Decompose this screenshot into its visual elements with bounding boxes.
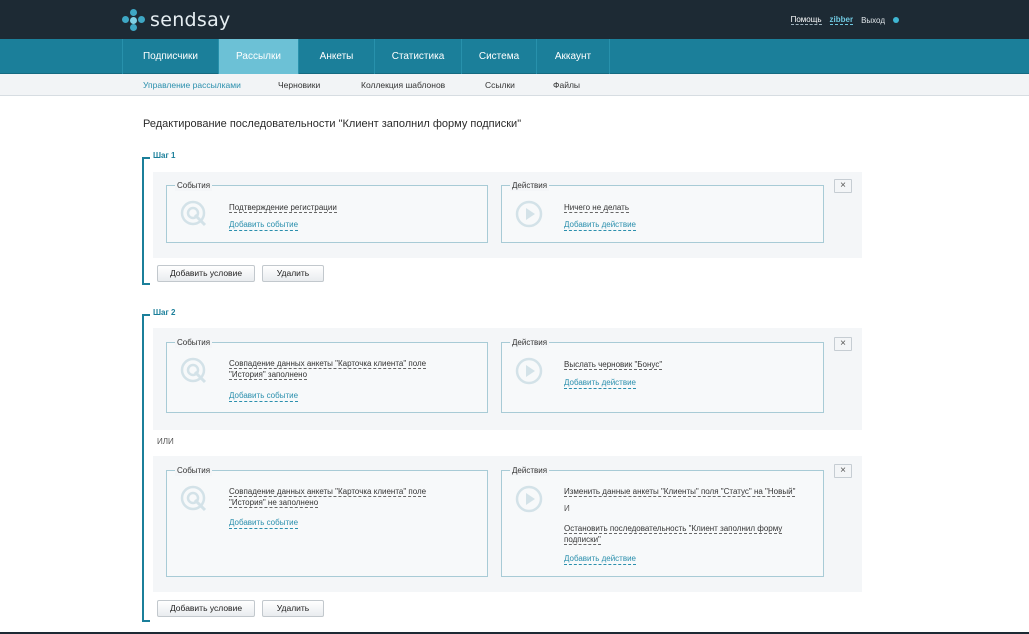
action-text[interactable]: Выслать черновик "Бонус" — [564, 359, 663, 370]
subnav-files[interactable]: Файлы — [553, 80, 580, 90]
subnav-manage-mailings[interactable]: Управление рассылками — [143, 80, 241, 90]
logo-text: sendsay — [150, 9, 231, 31]
actions-legend: Действия — [510, 181, 550, 191]
subnav-links[interactable]: Ссылки — [485, 80, 515, 90]
action-text[interactable]: Ничего не делать — [564, 202, 629, 213]
event-text[interactable]: Совпадение данных анкеты "Карточка клиен… — [229, 358, 427, 380]
add-action-link[interactable]: Добавить действие — [564, 554, 636, 565]
event-target-icon — [180, 357, 207, 384]
logout-link[interactable]: Выход — [861, 16, 885, 25]
event-text[interactable]: Подтверждение регистрации — [229, 202, 337, 213]
remove-rule-close-button[interactable]: × — [834, 179, 852, 193]
events-legend: События — [175, 338, 213, 348]
step-1-rule-1: События Подтверждение регистрации Добави… — [153, 172, 862, 258]
page-title: Редактирование последовательности "Клиен… — [143, 118, 522, 130]
actions-panel: Действия Изменить данные анкеты "Клиенты… — [501, 466, 824, 577]
add-condition-button[interactable]: Добавить условие — [157, 265, 255, 282]
and-separator: И — [564, 504, 570, 513]
delete-step-button[interactable]: Удалить — [262, 265, 324, 282]
actions-panel: Действия Выслать черновик "Бонус" Добави… — [501, 338, 824, 413]
status-dot-icon — [893, 17, 899, 23]
delete-step-button[interactable]: Удалить — [262, 600, 324, 617]
subnav-drafts[interactable]: Черновики — [278, 80, 320, 90]
events-legend: События — [175, 181, 213, 191]
or-separator: ИЛИ — [157, 437, 174, 446]
step-2-label: Шаг 2 — [153, 308, 176, 317]
tab-system[interactable]: Система — [461, 39, 536, 74]
action-play-icon — [515, 200, 543, 228]
top-bar: sendsay Помощь zibber Выход — [0, 0, 1029, 39]
add-action-link[interactable]: Добавить действие — [564, 378, 636, 389]
user-menu: Помощь zibber Выход — [790, 15, 899, 25]
events-legend: События — [175, 466, 213, 476]
add-action-link[interactable]: Добавить действие — [564, 220, 636, 231]
add-event-link[interactable]: Добавить событие — [229, 220, 299, 231]
tab-account[interactable]: Аккаунт — [536, 39, 610, 74]
action-play-icon — [515, 357, 543, 385]
step-2-bracket — [142, 314, 150, 622]
logo-icon — [122, 9, 146, 31]
step-2-rule-2: События Совпадение данных анкеты "Карточ… — [153, 456, 862, 592]
help-link[interactable]: Помощь — [790, 15, 822, 25]
action-play-icon — [515, 485, 543, 513]
step-1-bracket — [142, 157, 150, 285]
sub-nav: Управление рассылками Черновики Коллекци… — [0, 74, 1029, 96]
add-condition-button[interactable]: Добавить условие — [157, 600, 255, 617]
events-panel: События Подтверждение регистрации Добави… — [166, 181, 488, 243]
action-text-1[interactable]: Изменить данные анкеты "Клиенты" поля "С… — [564, 486, 796, 497]
actions-legend: Действия — [510, 466, 550, 476]
event-target-icon — [180, 200, 207, 227]
actions-panel: Действия Ничего не делать Добавить дейст… — [501, 181, 824, 243]
event-text[interactable]: Совпадение данных анкеты "Карточка клиен… — [229, 486, 427, 508]
action-text-2[interactable]: Остановить последовательность "Клиент за… — [564, 523, 783, 545]
step-1-label: Шаг 1 — [153, 151, 176, 160]
add-event-link[interactable]: Добавить событие — [229, 391, 299, 402]
tab-statistics[interactable]: Статистика — [374, 39, 461, 74]
logo[interactable]: sendsay — [122, 8, 231, 32]
events-panel: События Совпадение данных анкеты "Карточ… — [166, 338, 488, 413]
subnav-templates[interactable]: Коллекция шаблонов — [361, 80, 445, 90]
actions-legend: Действия — [510, 338, 550, 348]
main-nav: Подписчики Рассылки Анкеты Статистика Си… — [0, 39, 1029, 74]
user-name-link[interactable]: zibber — [829, 15, 854, 25]
event-target-icon — [180, 485, 207, 512]
events-panel: События Совпадение данных анкеты "Карточ… — [166, 466, 488, 577]
tab-mailings[interactable]: Рассылки — [218, 39, 298, 74]
add-event-link[interactable]: Добавить событие — [229, 518, 299, 529]
remove-rule-close-button[interactable]: × — [834, 464, 852, 478]
tab-forms[interactable]: Анкеты — [298, 39, 374, 74]
remove-rule-close-button[interactable]: × — [834, 337, 852, 351]
step-2-rule-1: События Совпадение данных анкеты "Карточ… — [153, 328, 862, 430]
tab-subscribers[interactable]: Подписчики — [122, 39, 218, 74]
